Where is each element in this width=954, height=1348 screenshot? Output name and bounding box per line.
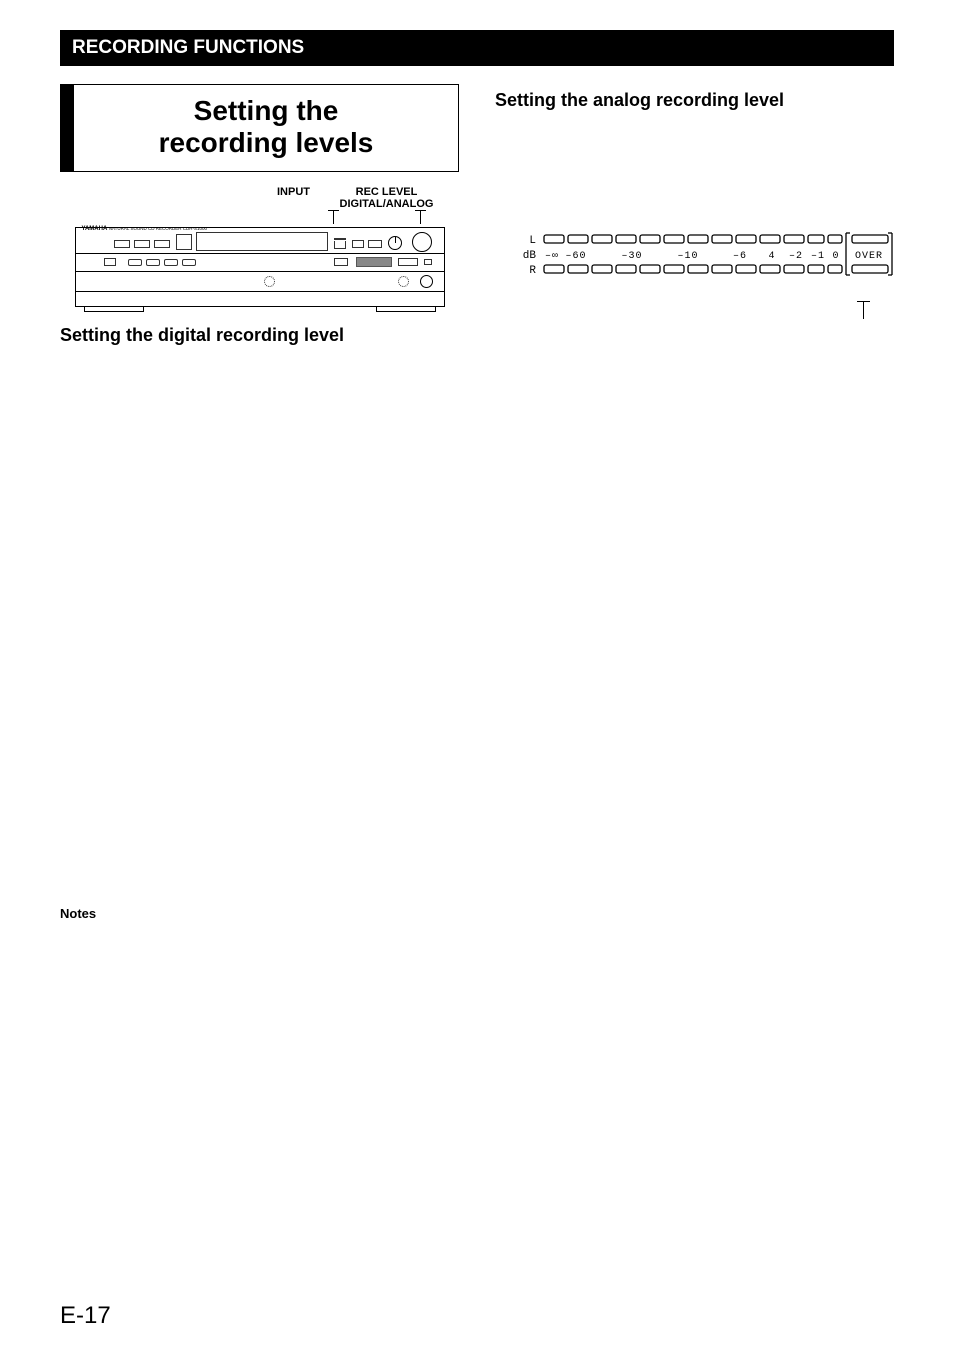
level-meter-svg: .seg { fill:none; stroke:#000; stroke-wi… <box>514 231 894 291</box>
callout-line-reclevel <box>420 210 421 224</box>
level-meter-diagram: .seg { fill:none; stroke:#000; stroke-wi… <box>495 231 894 291</box>
notes-label: Notes <box>60 906 459 921</box>
svg-text:4: 4 <box>768 251 775 262</box>
svg-text:–30: –30 <box>621 251 642 262</box>
panel-button <box>164 259 178 266</box>
input-knob <box>388 236 402 250</box>
rec-level-knob <box>412 232 432 252</box>
front-panel-diagram: INPUT REC LEVEL DIGITAL/ANALOG YAMAHA NA… <box>75 186 445 307</box>
panel-button <box>154 240 170 248</box>
small-knob-icon <box>420 275 433 288</box>
svg-text:0: 0 <box>832 251 839 262</box>
panel-eject-icon-top <box>334 238 346 240</box>
page-number: E-17 <box>60 1302 111 1330</box>
svg-text:–10: –10 <box>677 251 698 262</box>
panel-button <box>368 240 382 248</box>
panel-display <box>196 232 328 251</box>
device-foot <box>376 306 436 312</box>
diagram-label-input: INPUT <box>273 186 315 210</box>
subhead-analog: Setting the analog recording level <box>495 90 894 111</box>
meter-over-label: OVER <box>855 251 883 262</box>
meter-row-L <box>544 235 842 243</box>
svg-text:–2: –2 <box>789 251 803 262</box>
topic-title-box: Setting the recording levels <box>60 84 459 172</box>
meter-label-R: R <box>529 265 536 277</box>
svg-text:–∞: –∞ <box>545 251 559 262</box>
topic-title-line1: Setting the <box>90 95 442 127</box>
panel-button <box>398 258 418 266</box>
svg-text:–6: –6 <box>733 251 747 262</box>
diagram-label-rec-level-top: REC LEVEL <box>337 186 437 198</box>
meter-scale-ticks: –∞ –60 –30 –10 –6 4 –2 –1 0 <box>545 251 840 262</box>
left-column: Setting the recording levels INPUT REC L… <box>60 84 459 921</box>
subhead-digital: Setting the digital recording level <box>60 325 459 346</box>
panel-button <box>146 259 160 266</box>
brand-label: YAMAHA NATURAL SOUND CD RECORDER CDR-S10… <box>82 226 208 232</box>
device-front-panel: YAMAHA NATURAL SOUND CD RECORDER CDR-S10… <box>75 227 445 307</box>
topic-title-line2: recording levels <box>90 127 442 159</box>
panel-button <box>104 258 116 266</box>
svg-text:–60: –60 <box>565 251 586 262</box>
meter-over-box: OVER <box>846 233 892 275</box>
headphone-jack-icon <box>264 276 275 287</box>
small-knob-icon <box>398 276 409 287</box>
device-foot <box>84 306 144 312</box>
panel-button <box>352 240 364 248</box>
right-column: Setting the analog recording level .seg … <box>495 84 894 921</box>
meter-callout-line <box>495 301 894 319</box>
meter-label-dB: dB <box>523 250 537 262</box>
section-title: RECORDING FUNCTIONS <box>60 30 894 66</box>
panel-square-button <box>176 234 192 250</box>
callout-line-input <box>333 210 334 224</box>
diagram-label-rec-level-bottom: DIGITAL/ANALOG <box>337 198 437 210</box>
meter-row-R <box>544 265 842 273</box>
panel-button <box>134 240 150 248</box>
panel-button <box>114 240 130 248</box>
meter-label-L: L <box>529 235 536 247</box>
panel-indicator <box>424 259 432 265</box>
panel-button <box>334 258 348 266</box>
panel-button <box>182 259 196 266</box>
panel-tray <box>356 257 392 267</box>
panel-eject-icon <box>334 241 346 249</box>
svg-text:–1: –1 <box>811 251 825 262</box>
panel-button <box>128 259 142 266</box>
